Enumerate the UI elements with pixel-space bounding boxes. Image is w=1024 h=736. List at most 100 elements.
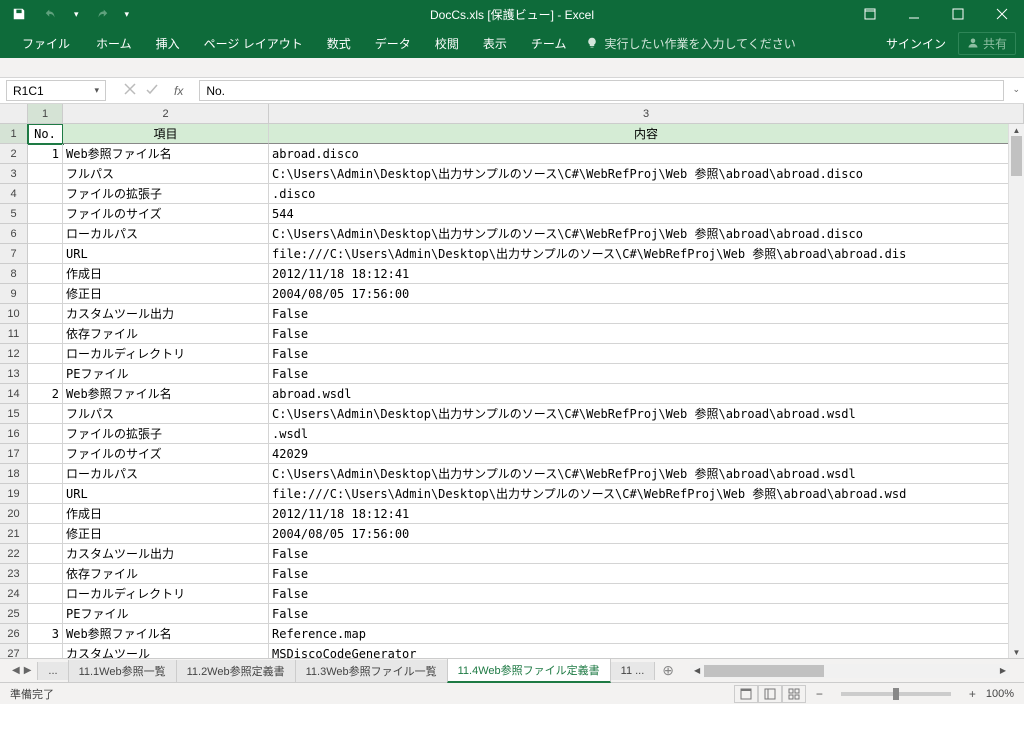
cell-no[interactable] (28, 364, 63, 384)
normal-view-button[interactable] (734, 685, 758, 703)
row-header[interactable]: 3 (0, 164, 28, 184)
cell-value[interactable]: .disco (269, 184, 1024, 204)
cell-key[interactable]: ローカルパス (63, 224, 269, 244)
cell-key[interactable]: 作成日 (63, 504, 269, 524)
tell-me-search[interactable]: 実行したい作業を入力してください (586, 35, 795, 52)
cell-no[interactable] (28, 164, 63, 184)
cell-no[interactable]: 1 (28, 144, 63, 164)
sheet-tab-11-2[interactable]: 11.2Web参照定義書 (176, 660, 296, 682)
cell-key[interactable]: ファイルのサイズ (63, 444, 269, 464)
cell-key[interactable]: 修正日 (63, 284, 269, 304)
share-button[interactable]: 共有 (958, 32, 1016, 55)
tab-data[interactable]: データ (363, 28, 423, 58)
row-header[interactable]: 20 (0, 504, 28, 524)
row-header[interactable]: 7 (0, 244, 28, 264)
cell-no[interactable]: 3 (28, 624, 63, 644)
scrollbar-thumb[interactable] (1011, 136, 1022, 176)
cell-key[interactable]: フルパス (63, 164, 269, 184)
cell-no[interactable] (28, 404, 63, 424)
zoom-slider-knob[interactable] (893, 688, 899, 700)
cell-key[interactable]: カスタムツール (63, 644, 269, 658)
row-header[interactable]: 8 (0, 264, 28, 284)
save-button[interactable] (6, 2, 32, 26)
row-header[interactable]: 5 (0, 204, 28, 224)
cell-value[interactable]: False (269, 544, 1024, 564)
row-header[interactable]: 15 (0, 404, 28, 424)
cell-no[interactable] (28, 444, 63, 464)
cell-value[interactable]: False (269, 564, 1024, 584)
cell-value[interactable]: 544 (269, 204, 1024, 224)
cell-key[interactable]: 依存ファイル (63, 564, 269, 584)
cell-value[interactable]: False (269, 584, 1024, 604)
cell-key[interactable]: PEファイル (63, 364, 269, 384)
row-header[interactable]: 10 (0, 304, 28, 324)
cell-key[interactable]: ファイルの拡張子 (63, 184, 269, 204)
vertical-scrollbar[interactable]: ▲ ▼ (1008, 124, 1024, 658)
minimize-button[interactable] (892, 0, 936, 28)
cell-no[interactable] (28, 604, 63, 624)
row-header[interactable]: 26 (0, 624, 28, 644)
signin-link[interactable]: サインイン (886, 35, 946, 52)
page-layout-view-button[interactable] (758, 685, 782, 703)
h-scrollbar-thumb[interactable] (704, 665, 824, 677)
tab-team[interactable]: チーム (519, 28, 579, 58)
tab-insert[interactable]: 挿入 (144, 28, 192, 58)
cell-key[interactable]: Web参照ファイル名 (63, 384, 269, 404)
cell-no[interactable] (28, 224, 63, 244)
row-header[interactable]: 21 (0, 524, 28, 544)
tab-file[interactable]: ファイル (8, 28, 84, 58)
name-box[interactable]: R1C1 ▾ (6, 80, 106, 101)
row-header[interactable]: 12 (0, 344, 28, 364)
undo-button[interactable] (38, 2, 64, 26)
fx-icon[interactable]: fx (168, 84, 189, 98)
redo-button[interactable] (89, 2, 115, 26)
header-cell-content[interactable]: 内容 (269, 124, 1024, 144)
row-header[interactable]: 17 (0, 444, 28, 464)
cell-value[interactable]: False (269, 364, 1024, 384)
tab-page-layout[interactable]: ページ レイアウト (192, 28, 315, 58)
sheet-nav-arrows[interactable]: ◀▶ (6, 665, 37, 676)
sheet-tab-11-5[interactable]: 11 ... (610, 662, 656, 680)
cell-no[interactable] (28, 564, 63, 584)
cell-key[interactable]: カスタムツール出力 (63, 544, 269, 564)
cell-key[interactable]: ファイルのサイズ (63, 204, 269, 224)
cell-no[interactable] (28, 284, 63, 304)
row-header[interactable]: 13 (0, 364, 28, 384)
scroll-down-icon[interactable]: ▼ (1009, 646, 1024, 658)
cell-no[interactable] (28, 204, 63, 224)
cell-no[interactable] (28, 344, 63, 364)
sheet-tab-ellipsis[interactable]: ... (37, 662, 68, 680)
row-header[interactable]: 18 (0, 464, 28, 484)
cell-value[interactable]: MSDiscoCodeGenerator (269, 644, 1024, 658)
zoom-slider[interactable] (841, 692, 951, 696)
cell-key[interactable]: カスタムツール出力 (63, 304, 269, 324)
cell-value[interactable]: .wsdl (269, 424, 1024, 444)
row-header[interactable]: 22 (0, 544, 28, 564)
cell-value[interactable]: C:\Users\Admin\Desktop\出力サンプルのソース\C#\Web… (269, 404, 1024, 424)
cell-value[interactable]: C:\Users\Admin\Desktop\出力サンプルのソース\C#\Web… (269, 164, 1024, 184)
row-header[interactable]: 9 (0, 284, 28, 304)
cell-value[interactable]: abroad.disco (269, 144, 1024, 164)
cell-key[interactable]: フルパス (63, 404, 269, 424)
tab-view[interactable]: 表示 (471, 28, 519, 58)
cell-key[interactable]: Web参照ファイル名 (63, 144, 269, 164)
row-header[interactable]: 1 (0, 124, 28, 144)
cell-value[interactable]: abroad.wsdl (269, 384, 1024, 404)
cell-key[interactable]: 修正日 (63, 524, 269, 544)
cell-no[interactable] (28, 264, 63, 284)
sheet-tab-11-4[interactable]: 11.4Web参照ファイル定義書 (447, 658, 611, 683)
cell-value[interactable]: 2012/11/18 18:12:41 (269, 504, 1024, 524)
cell-key[interactable]: URL (63, 244, 269, 264)
row-header[interactable]: 23 (0, 564, 28, 584)
enter-formula-icon[interactable] (146, 82, 158, 100)
cell-no[interactable] (28, 644, 63, 658)
page-break-view-button[interactable] (782, 685, 806, 703)
zoom-in-button[interactable]: + (965, 687, 980, 701)
cell-value[interactable]: 2004/08/05 17:56:00 (269, 284, 1024, 304)
formula-bar-expand-icon[interactable]: ⌄ (1012, 84, 1020, 95)
row-header[interactable]: 25 (0, 604, 28, 624)
qat-customize-icon[interactable]: ▾ (121, 9, 134, 20)
header-cell-no[interactable]: No. (28, 124, 63, 144)
cell-no[interactable] (28, 524, 63, 544)
cell-no[interactable] (28, 544, 63, 564)
